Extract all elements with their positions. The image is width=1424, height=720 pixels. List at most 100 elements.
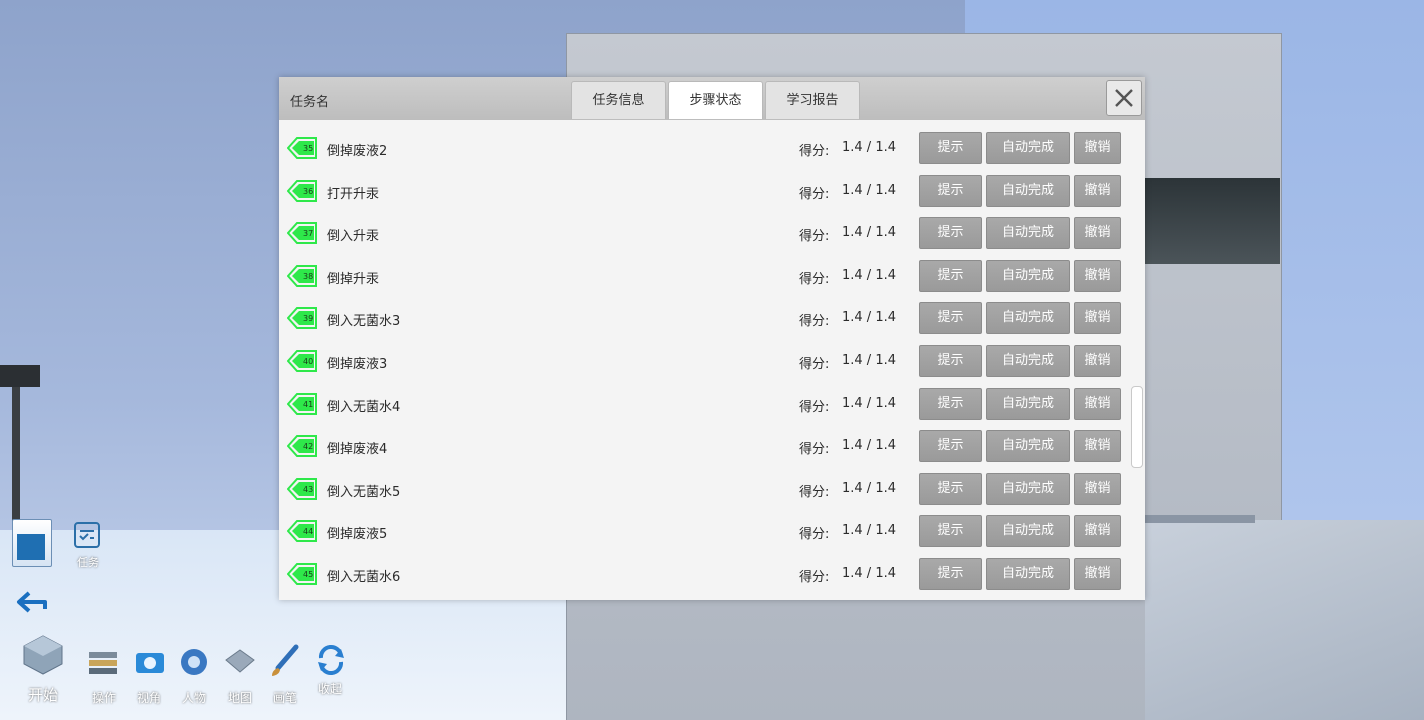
step-name: 倒掉废液3	[327, 357, 388, 372]
step-name: 倒入无菌水4	[327, 399, 401, 415]
score-value: 1.4 / 1.4	[842, 480, 896, 496]
step-row: 36 打开升汞 得分: 1.4 / 1.4 提示 自动完成 撤销	[279, 170, 1131, 213]
toolbar-label-pen: 画笔	[273, 691, 298, 705]
undo-button[interactable]: 撤销	[1074, 217, 1121, 250]
step-tag-icon: 45	[287, 563, 317, 585]
refresh-icon	[318, 645, 344, 675]
step-name: 倒入无菌水5	[327, 484, 401, 500]
hint-button[interactable]: 提示	[919, 259, 982, 292]
undo-button[interactable]: 撤销	[1074, 472, 1121, 505]
step-list: 35 倒掉废液2 得分: 1.4 / 1.4 提示 自动完成 撤销 36 打开升汞 得分: 1.4 …	[279, 120, 1131, 600]
layers-icon	[89, 652, 117, 674]
toolbar-character[interactable]	[178, 646, 210, 678]
auto-complete-button[interactable]: 自动完成	[986, 558, 1070, 590]
score-value: 1.4 / 1.4	[842, 566, 896, 581]
step-number: 44	[303, 527, 313, 536]
auto-complete-button[interactable]: 自动完成	[986, 430, 1070, 463]
score-label: 得分:	[799, 314, 830, 330]
step-number: 35	[303, 144, 313, 153]
scrollbar[interactable]	[1129, 120, 1145, 600]
score-value: 1.4 / 1.4	[842, 140, 896, 155]
toolbar-view[interactable]	[133, 645, 167, 679]
toolbar-label-collapse: 收起	[318, 682, 343, 696]
step-tag-icon: 42	[287, 435, 317, 458]
hint-button[interactable]: 提示	[919, 558, 982, 590]
start-button[interactable]	[20, 632, 66, 678]
auto-complete-button[interactable]: 自动完成	[986, 387, 1070, 420]
step-row: 42 倒掉废液4 得分: 1.4 / 1.4 提示 自动完成 撤销	[279, 425, 1131, 468]
toolbar-label-view: 视角	[137, 691, 162, 705]
hint-button[interactable]: 提示	[919, 217, 982, 250]
toolbar-operate[interactable]	[87, 648, 119, 676]
tab-task-info[interactable]: 任务信息	[571, 81, 666, 119]
score-label: 得分:	[799, 399, 830, 415]
step-tag-icon: 40	[287, 350, 317, 372]
paintbrush-icon	[272, 644, 299, 676]
toolbar-collapse[interactable]	[315, 644, 347, 676]
undo-button[interactable]: 撤销	[1074, 174, 1121, 207]
undo-button[interactable]: 撤销	[1074, 387, 1121, 420]
hint-button[interactable]: 提示	[919, 174, 982, 207]
score-value: 1.4 / 1.4	[842, 182, 896, 198]
score-value: 1.4 / 1.4	[842, 353, 896, 368]
close-icon	[1115, 89, 1133, 107]
task-dialog: 任务名 任务信息 步骤状态 学习报告 35 倒掉废液2 得分: 1.4 / 1.4 提示…	[279, 77, 1145, 600]
toolbar-label-character: 人物	[182, 691, 207, 705]
task-icon[interactable]	[72, 519, 102, 549]
hint-button[interactable]: 提示	[919, 132, 982, 164]
step-row: 43 倒入无菌水5 得分: 1.4 / 1.4 提示 自动完成 撤销	[279, 468, 1131, 511]
start-label: 开始	[28, 686, 59, 704]
hint-button[interactable]: 提示	[919, 515, 982, 548]
scrollbar-thumb[interactable]	[1131, 386, 1143, 468]
tab-learning-report[interactable]: 学习报告	[765, 81, 860, 119]
step-row: 44 倒掉废液5 得分: 1.4 / 1.4 提示 自动完成 撤销	[279, 510, 1131, 553]
scene-machine-band	[1145, 178, 1280, 264]
score-label: 得分:	[799, 570, 830, 585]
toolbar-pen[interactable]	[268, 644, 300, 678]
toolbar-label-operate: 操作	[92, 691, 117, 705]
score-label: 得分:	[799, 186, 830, 202]
report-icon[interactable]	[12, 519, 52, 567]
scene-table-leg	[12, 387, 20, 527]
undo-button[interactable]: 撤销	[1074, 302, 1121, 335]
close-button[interactable]	[1106, 80, 1142, 116]
auto-complete-button[interactable]: 自动完成	[986, 515, 1070, 548]
scene-table	[0, 365, 40, 387]
score-label: 得分:	[799, 229, 830, 245]
step-tag-icon: 41	[287, 392, 317, 415]
hint-button[interactable]: 提示	[919, 387, 982, 420]
step-tag-icon: 39	[287, 307, 317, 330]
back-button[interactable]	[15, 589, 49, 617]
step-number: 37	[303, 229, 313, 238]
hint-button[interactable]: 提示	[919, 345, 982, 377]
toolbar-map[interactable]	[223, 646, 257, 678]
undo-button[interactable]: 撤销	[1074, 515, 1121, 548]
auto-complete-button[interactable]: 自动完成	[986, 302, 1070, 335]
undo-button[interactable]: 撤销	[1074, 430, 1121, 463]
auto-complete-button[interactable]: 自动完成	[986, 472, 1070, 505]
hint-button[interactable]: 提示	[919, 472, 982, 505]
score-value: 1.4 / 1.4	[842, 523, 896, 539]
undo-button[interactable]: 撤销	[1074, 558, 1121, 590]
auto-complete-button[interactable]: 自动完成	[986, 132, 1070, 164]
tab-step-status[interactable]: 步骤状态	[668, 81, 763, 119]
step-number: 38	[303, 272, 313, 281]
score-value: 1.4 / 1.4	[842, 395, 896, 411]
undo-button[interactable]: 撤销	[1074, 259, 1121, 292]
character-icon	[181, 649, 207, 675]
auto-complete-button[interactable]: 自动完成	[986, 217, 1070, 250]
scene-bench-rail	[1145, 515, 1255, 523]
auto-complete-button[interactable]: 自动完成	[986, 345, 1070, 377]
camera-icon	[136, 653, 164, 673]
clipboard-icon	[74, 522, 100, 548]
hint-button[interactable]: 提示	[919, 430, 982, 463]
auto-complete-button[interactable]: 自动完成	[986, 259, 1070, 292]
undo-button[interactable]: 撤销	[1074, 132, 1121, 164]
score-value: 1.4 / 1.4	[842, 225, 896, 241]
step-name: 倒入升汞	[327, 229, 380, 245]
hint-button[interactable]: 提示	[919, 302, 982, 335]
score-value: 1.4 / 1.4	[842, 310, 896, 326]
undo-button[interactable]: 撤销	[1074, 345, 1121, 377]
score-label: 得分:	[799, 357, 830, 372]
auto-complete-button[interactable]: 自动完成	[986, 174, 1070, 207]
